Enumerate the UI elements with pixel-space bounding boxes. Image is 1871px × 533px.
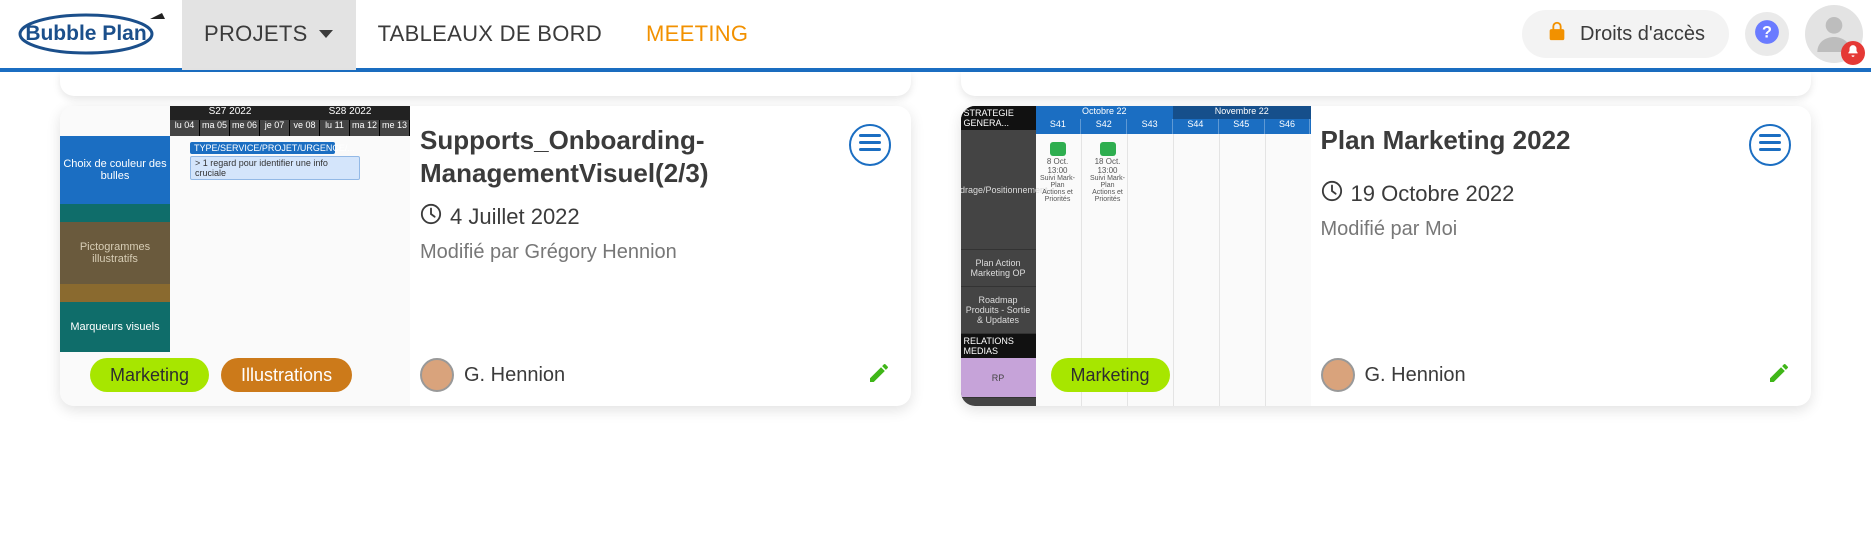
help-icon: ? [1754,19,1780,50]
thumb-item: TYPE/SERVICE/PROJET/URGENCE/... [190,142,335,154]
project-tags: Marketing [1051,358,1170,392]
thumb-day: ve 08 [290,120,320,136]
author-name: G. Hennion [1365,364,1466,387]
author-avatar [420,358,454,392]
thumb-day: me 06 [230,120,260,136]
thumb-week: S46 [1265,119,1311,134]
thumb-item: > 1 regard pour identifier une info cruc… [190,156,360,180]
thumb-event: 18 Oct. 13:00 Suivi Mark-Plan Actions et… [1090,142,1126,203]
thumb-lane: Choix de couleur des bulles [60,136,170,204]
project-author: G. Hennion [420,358,565,392]
nav-meeting-label: MEETING [646,21,748,47]
thumb-day: me 13 [380,120,410,136]
access-rights-label: Droits d'accès [1580,23,1705,46]
project-date: 4 Juillet 2022 [450,204,580,230]
access-rights-button[interactable]: Droits d'accès [1522,10,1729,58]
tag[interactable]: Illustrations [221,358,352,392]
thumb-lane: Plan Action Marketing OP [961,250,1036,287]
bell-icon [1846,44,1860,63]
author-name: G. Hennion [464,364,565,387]
thumb-week: S44 [1173,119,1219,134]
modified-by: Modifié par Grégory Hennion [420,241,891,264]
edit-button[interactable] [1767,361,1791,390]
thumb-day: lu 11 [320,120,350,136]
lock-icon [1546,20,1568,48]
clock-icon [420,203,442,231]
tag[interactable]: Marketing [1051,358,1170,392]
thumb-lane: Cadrage/Positionnement [961,130,1036,250]
top-right: Droits d'accès ? [1522,5,1863,63]
thumb-month: Novembre 22 [1173,106,1311,119]
thumb-day: ma 12 [350,120,380,136]
edit-button[interactable] [867,361,891,390]
thumb-lane: RP [961,358,1036,398]
tag[interactable]: Marketing [90,358,209,392]
partial-card [961,72,1812,96]
thumb-week: S45 [1219,119,1265,134]
clock-icon [1321,180,1343,208]
partial-card [60,72,911,96]
project-title: Supports_Onboarding-ManagementVisuel(2/3… [420,124,839,189]
thumb-section: STRATEGIE GENERA... [961,106,1036,130]
thumb-section: RELATIONS MEDIAS [961,334,1036,358]
project-date: 19 Octobre 2022 [1351,181,1515,207]
svg-text:Bubble Plan: Bubble Plan [25,22,146,45]
user-avatar[interactable] [1805,5,1863,63]
nav-projets[interactable]: PROJETS [182,0,356,70]
menu-icon [1759,134,1781,157]
modified-by: Modifié par Moi [1321,218,1792,241]
logo[interactable]: Bubble Plan [0,11,182,57]
chevron-down-icon [318,28,334,40]
thumb-event: 8 Oct. 13:00 Suivi Mark-Plan Actions et … [1040,142,1076,203]
thumb-day: lu 04 [170,120,200,136]
notification-badge[interactable] [1841,41,1865,65]
thumb-lane: Roadmap Produits - Sortie & Updates [961,287,1036,334]
thumb-week: S27 2022 [170,106,290,120]
thumb-lane: Pictogrammes illustratifs [60,222,170,284]
nav-tableaux[interactable]: TABLEAUX DE BORD [356,0,624,70]
thumb-week: S41 [1036,119,1082,134]
thumb-day: je 07 [260,120,290,136]
help-button[interactable]: ? [1745,12,1789,56]
menu-icon [859,134,881,157]
pencil-icon [867,372,891,389]
project-title: Plan Marketing 2022 [1321,124,1740,157]
thumb-week: S42 [1081,119,1127,134]
card-menu-button[interactable] [1749,124,1791,166]
nav-meeting[interactable]: MEETING [624,0,770,70]
project-tags: Marketing Illustrations [90,358,352,392]
thumb-week: S28 2022 [290,106,410,120]
card-menu-button[interactable] [849,124,891,166]
project-card[interactable]: Octobre 22 Novembre 22 S41 S42 S43 S44 S… [961,106,1812,406]
thumb-lane [60,204,170,222]
nav-tableaux-label: TABLEAUX DE BORD [378,21,602,47]
thumb-month: Octobre 22 [1036,106,1174,119]
thumb-lane: Marqueurs visuels [60,302,170,352]
nav-projets-label: PROJETS [204,21,308,47]
thumb-day: ma 05 [200,120,230,136]
previous-row-peek [0,72,1871,96]
svg-text:?: ? [1762,23,1772,41]
top-nav: Bubble Plan PROJETS TABLEAUX DE BORD MEE… [0,0,1871,72]
cards-row: S27 2022 S28 2022 lu 04 ma 05 me 06 je 0… [0,96,1871,406]
thumb-week: S43 [1127,119,1173,134]
pencil-icon [1767,372,1791,389]
project-card[interactable]: S27 2022 S28 2022 lu 04 ma 05 me 06 je 0… [60,106,911,406]
project-author: G. Hennion [1321,358,1466,392]
author-avatar [1321,358,1355,392]
thumb-lane [60,284,170,302]
